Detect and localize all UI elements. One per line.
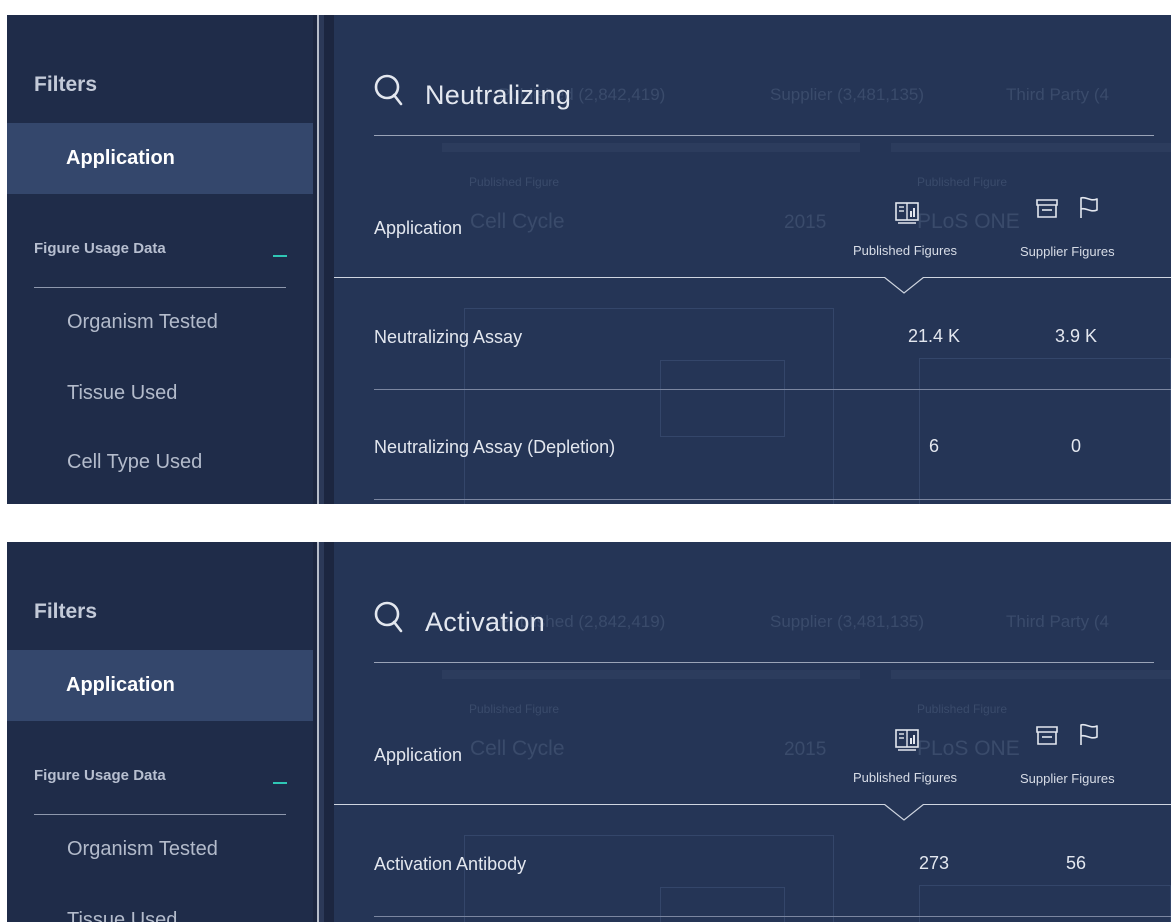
filter-panel-activation: Filters Application Figure Usage Data Or… bbox=[7, 542, 1171, 922]
ghost-card-year: 2015 bbox=[784, 212, 827, 233]
sidebar-item-label: Application bbox=[66, 674, 175, 696]
ghost-card-journal: PLoS ONE bbox=[917, 737, 1020, 760]
panel-resize-handle[interactable] bbox=[313, 15, 334, 504]
sidebar-item-organism-tested[interactable]: Organism Tested bbox=[67, 311, 218, 334]
result-row-name[interactable]: Neutralizing Assay (Depletion) bbox=[374, 437, 615, 458]
sidebar-item-application[interactable]: Application bbox=[7, 650, 313, 721]
ghost-third-party-filter: Third Party (4 bbox=[1006, 85, 1109, 104]
column-header-application[interactable]: Application bbox=[374, 745, 462, 766]
search-results-area: Published (2,842,419) Supplier (3,481,13… bbox=[334, 15, 1171, 504]
published-figures-icon bbox=[895, 729, 919, 751]
column-header-application[interactable]: Application bbox=[374, 218, 462, 239]
ghost-card-year: 2015 bbox=[784, 739, 827, 760]
column-header-supplier-figures[interactable]: Supplier Figures bbox=[1020, 244, 1115, 259]
search-input[interactable]: Activation bbox=[425, 607, 545, 638]
filters-title: Filters bbox=[34, 600, 98, 623]
sidebar-item-organism-tested[interactable]: Organism Tested bbox=[67, 838, 218, 861]
filters-sidebar: Filters Application Figure Usage Data Or… bbox=[7, 542, 313, 922]
row-divider bbox=[374, 389, 1171, 390]
resize-grip[interactable] bbox=[317, 542, 324, 922]
search-results-area: Published (2,842,419) Supplier (3,481,13… bbox=[334, 542, 1171, 922]
supplier-flag-icon bbox=[1080, 723, 1098, 745]
sidebar-item-tissue-used[interactable]: Tissue Used bbox=[67, 909, 177, 922]
table-header-divider bbox=[334, 804, 1171, 805]
collapse-minus-icon[interactable] bbox=[273, 255, 287, 257]
supplier-store-icon bbox=[1036, 199, 1058, 218]
result-row-name[interactable]: Neutralizing Assay bbox=[374, 327, 522, 348]
result-row-supplier-count: 0 bbox=[1070, 436, 1081, 456]
section-divider bbox=[34, 287, 286, 288]
sidebar-item-tissue-used[interactable]: Tissue Used bbox=[67, 382, 177, 405]
published-figures-icon bbox=[895, 202, 919, 224]
result-row-name[interactable]: Activation Antibody bbox=[374, 854, 526, 875]
supplier-flag-icon bbox=[1080, 196, 1098, 218]
column-header-published-figures[interactable]: Published Figures bbox=[853, 243, 957, 258]
resize-grip[interactable] bbox=[317, 15, 324, 504]
ghost-card-header bbox=[891, 143, 1171, 152]
row-divider bbox=[374, 916, 1171, 917]
sort-caret-icon bbox=[884, 804, 924, 821]
filters-sidebar: Filters Application Figure Usage Data Or… bbox=[7, 15, 313, 504]
search-underline bbox=[374, 135, 1154, 136]
search-underline bbox=[374, 662, 1154, 663]
ghost-figure-blot bbox=[660, 360, 785, 437]
ghost-card-header bbox=[891, 670, 1171, 679]
column-header-supplier-figures[interactable]: Supplier Figures bbox=[1020, 771, 1115, 786]
filter-panel-neutralizing: Filters Application Figure Usage Data Or… bbox=[7, 15, 1171, 504]
search-input[interactable]: Neutralizing bbox=[425, 80, 571, 111]
ghost-card-caption: Published Figure bbox=[469, 175, 560, 189]
result-row-supplier-count: 3.9 K bbox=[1054, 326, 1098, 346]
row-divider bbox=[374, 499, 1171, 500]
ghost-card-caption: Published Figure bbox=[917, 702, 1008, 716]
search-icon[interactable] bbox=[374, 600, 404, 634]
section-divider bbox=[34, 814, 286, 815]
ghost-card-title: Cell Cycle bbox=[470, 737, 565, 760]
sidebar-item-cell-type-used[interactable]: Cell Type Used bbox=[67, 451, 202, 474]
ghost-card-title: Cell Cycle bbox=[470, 210, 565, 233]
figure-usage-data-header[interactable]: Figure Usage Data bbox=[34, 240, 166, 257]
ghost-supplier-filter: Supplier (3,481,135) bbox=[770, 612, 925, 631]
ghost-card-header bbox=[442, 143, 860, 152]
panel-resize-handle[interactable] bbox=[313, 542, 334, 922]
sidebar-item-label: Application bbox=[66, 147, 175, 169]
figure-usage-data-header[interactable]: Figure Usage Data bbox=[34, 767, 166, 784]
column-header-published-figures[interactable]: Published Figures bbox=[853, 770, 957, 785]
ghost-card-journal: PLoS ONE bbox=[917, 210, 1020, 233]
collapse-minus-icon[interactable] bbox=[273, 782, 287, 784]
sidebar-item-application[interactable]: Application bbox=[7, 123, 313, 194]
result-row-supplier-count: 56 bbox=[1065, 853, 1087, 873]
table-header-divider bbox=[334, 277, 1171, 278]
ghost-supplier-filter: Supplier (3,481,135) bbox=[770, 85, 925, 104]
ghost-card-header bbox=[442, 670, 860, 679]
ghost-card-caption: Published Figure bbox=[469, 702, 560, 716]
supplier-store-icon bbox=[1036, 726, 1058, 745]
ghost-third-party-filter: Third Party (4 bbox=[1006, 612, 1109, 631]
ghost-card-caption: Published Figure bbox=[917, 175, 1008, 189]
ghost-figure-scatter bbox=[919, 358, 1171, 504]
filters-title: Filters bbox=[34, 73, 98, 96]
search-icon[interactable] bbox=[374, 73, 404, 107]
sort-caret-icon bbox=[884, 277, 924, 294]
